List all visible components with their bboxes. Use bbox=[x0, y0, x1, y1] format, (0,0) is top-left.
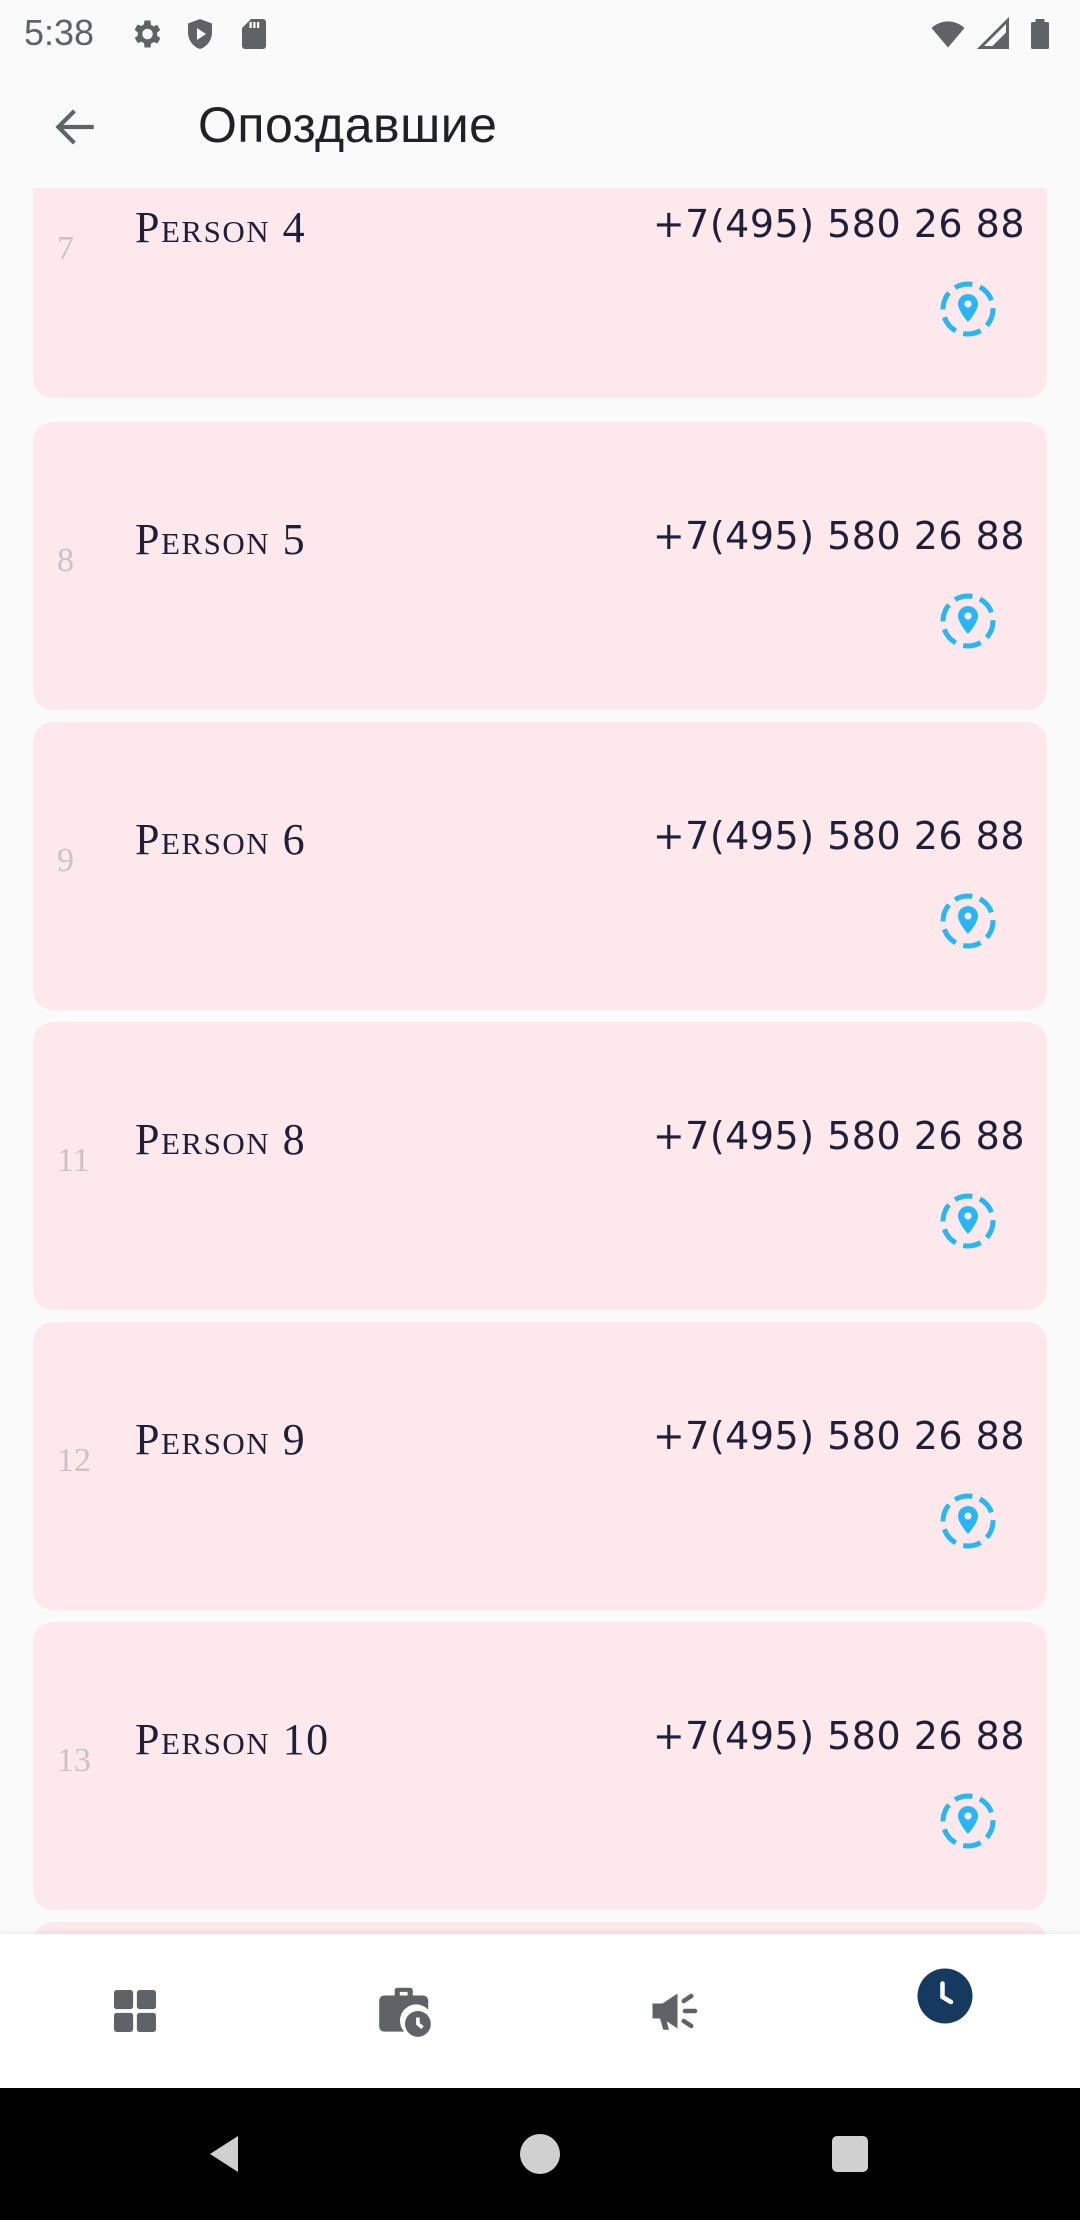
square-recents-icon bbox=[832, 2136, 868, 2172]
bottom-navigation bbox=[0, 1934, 1080, 2088]
location-pin-icon[interactable] bbox=[939, 592, 997, 650]
dashboard-icon bbox=[114, 1990, 156, 2032]
row-number: 12 bbox=[57, 1442, 91, 1479]
sd-card-icon bbox=[242, 19, 266, 49]
nav-announcements[interactable] bbox=[540, 1934, 810, 2088]
row-number: 7 bbox=[57, 230, 74, 267]
status-icons-left bbox=[128, 16, 272, 52]
list-item[interactable]: 9 Person 6 +7(495) 580 26 88 bbox=[33, 722, 1047, 1010]
person-name: Person 8 bbox=[135, 1115, 307, 1164]
settings-icon bbox=[134, 20, 161, 48]
system-navigation-bar bbox=[0, 2088, 1080, 2220]
status-bar: 5:38 bbox=[0, 0, 1080, 66]
signal-icon bbox=[976, 16, 1009, 49]
work-history-icon bbox=[379, 1987, 431, 2037]
late-people-list[interactable]: 7 Person 4 +7(495) 580 26 88 8 Person 5 … bbox=[0, 188, 1080, 1934]
battery-icon bbox=[1031, 19, 1049, 49]
clock-icon bbox=[917, 1968, 973, 2024]
location-pin-icon[interactable] bbox=[939, 892, 997, 950]
row-number: 8 bbox=[57, 542, 74, 579]
phone-number[interactable]: +7(495) 580 26 88 bbox=[653, 1414, 1025, 1458]
row-number: 11 bbox=[57, 1142, 90, 1179]
status-time: 5:38 bbox=[24, 12, 95, 53]
triangle-back-icon bbox=[210, 2136, 238, 2172]
system-back-button[interactable] bbox=[194, 2122, 258, 2186]
location-pin-icon[interactable] bbox=[939, 1492, 997, 1550]
person-name: Person 9 bbox=[135, 1415, 307, 1464]
phone-number[interactable]: +7(495) 580 26 88 bbox=[653, 814, 1025, 858]
app-bar: Опоздавшие bbox=[0, 66, 1080, 188]
system-recents-button[interactable] bbox=[818, 2122, 882, 2186]
list-item[interactable]: 7 Person 4 +7(495) 580 26 88 bbox=[33, 188, 1047, 398]
list-item[interactable]: 13 Person 10 +7(495) 580 26 88 bbox=[33, 1622, 1047, 1910]
phone-number[interactable]: +7(495) 580 26 88 bbox=[653, 1114, 1025, 1158]
back-button[interactable] bbox=[40, 92, 110, 162]
location-pin-icon[interactable] bbox=[939, 1792, 997, 1850]
list-item[interactable]: 11 Person 8 +7(495) 580 26 88 bbox=[33, 1022, 1047, 1310]
list-item[interactable]: 12 Person 9 +7(495) 580 26 88 bbox=[33, 1322, 1047, 1610]
status-icons-right bbox=[930, 16, 1058, 52]
location-pin-icon[interactable] bbox=[939, 280, 997, 338]
arrow-back-icon bbox=[55, 109, 94, 145]
nav-work-history[interactable] bbox=[270, 1934, 540, 2088]
phone-number[interactable]: +7(495) 580 26 88 bbox=[653, 514, 1025, 558]
circle-home-icon bbox=[520, 2134, 560, 2174]
shield-play-icon bbox=[188, 19, 212, 49]
row-number: 9 bbox=[57, 842, 74, 879]
location-pin-icon[interactable] bbox=[939, 1192, 997, 1250]
wifi-icon bbox=[931, 21, 965, 48]
person-name: Person 10 bbox=[135, 1715, 330, 1764]
phone-number[interactable]: +7(495) 580 26 88 bbox=[653, 202, 1025, 246]
person-name: Person 4 bbox=[135, 203, 307, 252]
campaign-icon bbox=[652, 1993, 698, 2030]
phone-number[interactable]: +7(495) 580 26 88 bbox=[653, 1714, 1025, 1758]
list-item-partial[interactable] bbox=[33, 1922, 1047, 1934]
page-title: Опоздавшие bbox=[198, 97, 498, 153]
row-number: 13 bbox=[57, 1742, 91, 1779]
system-home-button[interactable] bbox=[508, 2122, 572, 2186]
list-item[interactable]: 8 Person 5 +7(495) 580 26 88 bbox=[33, 422, 1047, 710]
nav-late-arrivals[interactable] bbox=[810, 1934, 1080, 2088]
nav-dashboard[interactable] bbox=[0, 1934, 270, 2088]
person-name: Person 5 bbox=[135, 515, 307, 564]
person-name: Person 6 bbox=[135, 815, 307, 864]
